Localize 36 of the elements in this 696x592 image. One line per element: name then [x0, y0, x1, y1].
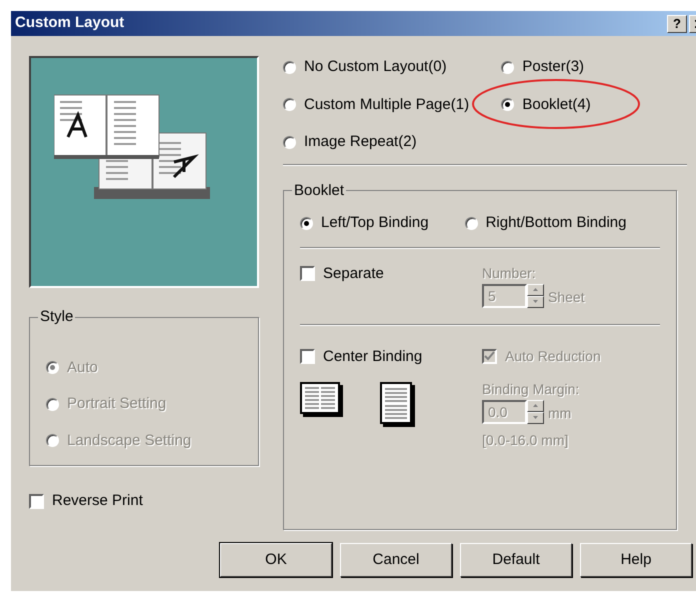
radio-option[interactable]: Image Repeat(2) [283, 131, 492, 154]
help-button[interactable]: ? [667, 14, 687, 32]
up-arrow-icon [533, 404, 538, 407]
spin-up-button[interactable] [527, 284, 544, 296]
checkbox[interactable] [300, 266, 315, 282]
spin-up-button[interactable] [527, 400, 544, 412]
dialog-button[interactable]: Help [580, 543, 692, 577]
window-title: Custom Layout [15, 13, 124, 34]
radio-option[interactable]: Left/Top Binding [300, 212, 429, 234]
up-arrow-icon [533, 288, 538, 291]
dialog-button[interactable]: Default [460, 543, 572, 577]
dialog-button[interactable]: OK [220, 543, 332, 577]
side-binding-page-icon [300, 382, 340, 414]
field-label: Number: [482, 264, 537, 282]
unit-label: mm [548, 404, 572, 422]
spin-down-button[interactable] [527, 296, 544, 308]
checkbox-option[interactable]: Center Binding [300, 346, 482, 368]
checkbox[interactable] [300, 349, 315, 364]
checkbox[interactable] [29, 494, 44, 509]
down-arrow-icon [533, 300, 538, 303]
unit-label: Sheet [548, 288, 585, 306]
radio-option[interactable]: Custom Multiple Page(1) [283, 94, 492, 116]
checkbox-option[interactable]: Separate [300, 262, 482, 285]
radio-option[interactable]: Right/Bottom Binding [464, 212, 626, 234]
radio-option[interactable]: Poster(3) [501, 56, 613, 78]
down-arrow-icon [533, 416, 538, 419]
dialog-button[interactable]: Cancel [340, 543, 452, 577]
check-icon [484, 350, 495, 362]
top-binding-page-icon [380, 382, 412, 424]
checkbox-option[interactable]: Reverse Print [29, 490, 259, 512]
group-title: Booklet [293, 180, 346, 200]
field-label: Binding Margin: [482, 380, 580, 399]
spin-down-button[interactable] [527, 412, 544, 424]
group-title: Style [39, 307, 74, 327]
radio-option[interactable]: No Custom Layout(0) [283, 56, 492, 78]
range-hint: [0.0-16.0 mm] [482, 430, 570, 450]
